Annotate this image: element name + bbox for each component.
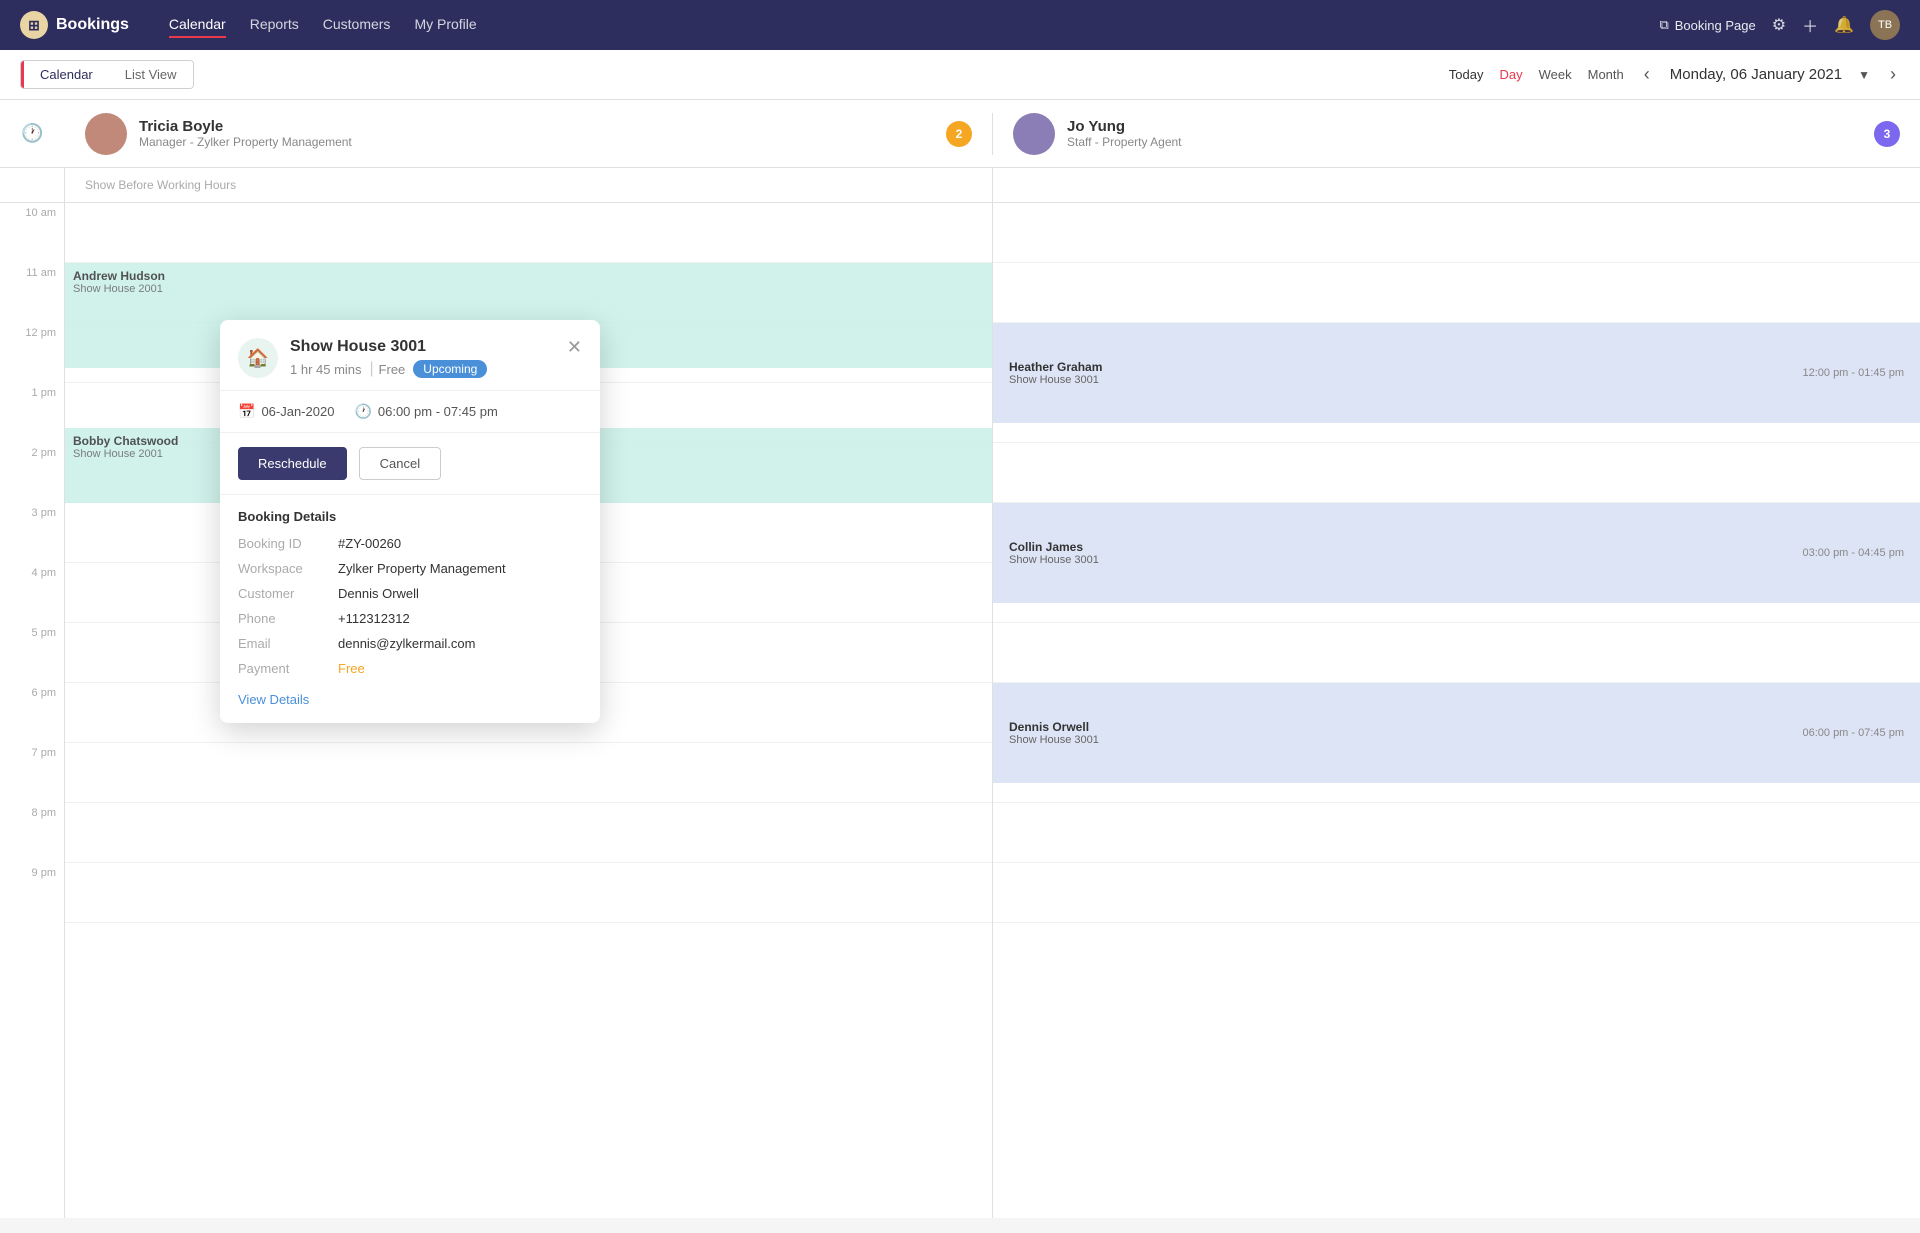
- phone-label: Phone: [238, 611, 338, 626]
- booking-id-value: #ZY-00260: [338, 536, 401, 551]
- customer-value: Dennis Orwell: [338, 586, 419, 601]
- popup-status-badge: Upcoming: [413, 360, 487, 378]
- booking-popup: 🏠 Show House 3001 1 hr 45 mins | Free Up…: [220, 320, 600, 723]
- email-label: Email: [238, 636, 338, 651]
- view-details-link[interactable]: View Details: [238, 692, 309, 707]
- payment-value: Free: [338, 661, 365, 676]
- popup-meta: 1 hr 45 mins | Free Upcoming: [290, 360, 567, 378]
- detail-row-booking-id: Booking ID #ZY-00260: [238, 536, 582, 551]
- booking-details-title: Booking Details: [238, 509, 582, 524]
- reschedule-button[interactable]: Reschedule: [238, 447, 347, 480]
- customer-label: Customer: [238, 586, 338, 601]
- popup-time-value: 06:00 pm - 07:45 pm: [378, 404, 498, 419]
- popup-service-icon: 🏠: [238, 338, 278, 378]
- popup-service-name: Show House 3001: [290, 338, 567, 356]
- detail-row-customer: Customer Dennis Orwell: [238, 586, 582, 601]
- popup-time: 🕐 06:00 pm - 07:45 pm: [354, 403, 497, 420]
- popup-close-button[interactable]: ✕: [567, 338, 582, 356]
- popup-free-label: Free: [379, 362, 406, 377]
- booking-id-label: Booking ID: [238, 536, 338, 551]
- popup-datetime: 📅 06-Jan-2020 🕐 06:00 pm - 07:45 pm: [220, 391, 600, 433]
- popup-actions: Reschedule Cancel: [220, 433, 600, 495]
- popup-header: 🏠 Show House 3001 1 hr 45 mins | Free Up…: [220, 320, 600, 391]
- detail-row-email: Email dennis@zylkermail.com: [238, 636, 582, 651]
- cancel-button[interactable]: Cancel: [359, 447, 441, 480]
- detail-row-payment: Payment Free: [238, 661, 582, 676]
- payment-label: Payment: [238, 661, 338, 676]
- meta-separator: |: [370, 360, 371, 378]
- clock-icon: 🕐: [354, 403, 371, 420]
- popup-duration: 1 hr 45 mins: [290, 362, 362, 377]
- workspace-label: Workspace: [238, 561, 338, 576]
- popup-overlay: 🏠 Show House 3001 1 hr 45 mins | Free Up…: [0, 0, 1920, 1233]
- popup-date: 📅 06-Jan-2020: [238, 403, 334, 420]
- popup-details: Booking Details Booking ID #ZY-00260 Wor…: [220, 495, 600, 723]
- popup-title-area: Show House 3001 1 hr 45 mins | Free Upco…: [290, 338, 567, 378]
- detail-row-phone: Phone +112312312: [238, 611, 582, 626]
- workspace-value: Zylker Property Management: [338, 561, 506, 576]
- calendar-icon: 📅: [238, 403, 255, 420]
- email-value: dennis@zylkermail.com: [338, 636, 475, 651]
- popup-date-value: 06-Jan-2020: [261, 404, 334, 419]
- detail-row-workspace: Workspace Zylker Property Management: [238, 561, 582, 576]
- phone-value: +112312312: [338, 611, 410, 626]
- house-icon: 🏠: [247, 348, 269, 369]
